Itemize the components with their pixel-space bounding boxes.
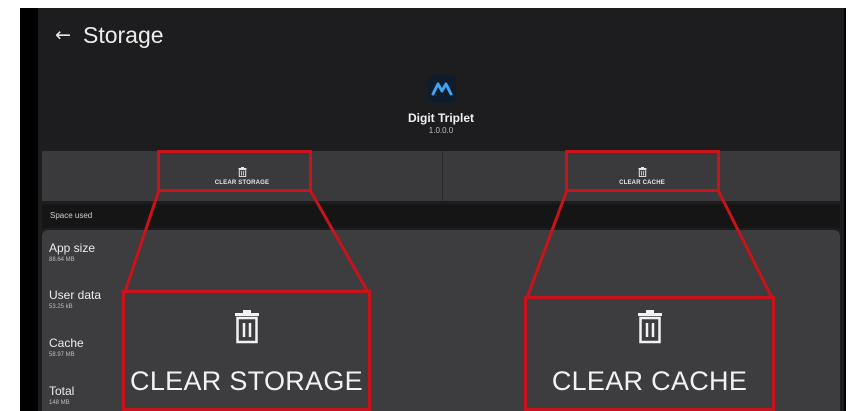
- clear-storage-zoom-label: CLEAR STORAGE: [130, 366, 363, 396]
- row-value: 148 MB: [49, 400, 70, 406]
- row-value: 58.97 MB: [49, 352, 75, 358]
- app-name: Digit Triplet: [408, 111, 474, 125]
- trash-icon: [234, 310, 259, 344]
- page-title: Storage: [83, 22, 164, 48]
- list-item: Total 148 MB: [49, 384, 74, 407]
- list-item: App size 88.64 MB: [49, 241, 95, 264]
- row-label: App size: [49, 241, 96, 255]
- row-label: User data: [49, 288, 102, 302]
- clear-storage-highlight: [157, 150, 312, 192]
- row-value: 88.64 MB: [49, 257, 75, 263]
- trash-icon: [637, 310, 662, 344]
- space-used-label: Space used: [50, 211, 93, 220]
- list-item: Cache 58.97 MB: [49, 336, 84, 359]
- app-bar: ← Storage: [38, 8, 844, 68]
- app-logo-icon: [428, 75, 456, 103]
- clear-cache-zoom-label: CLEAR CACHE: [551, 366, 748, 396]
- row-value: 53.25 kB: [49, 304, 73, 310]
- list-item: User data 53.25 kB: [49, 288, 101, 311]
- row-label: Total: [49, 384, 75, 398]
- clear-cache-highlight: [565, 150, 720, 192]
- app-version: 1.0.0.0: [428, 126, 454, 135]
- clear-cache-zoom-callout: CLEAR CACHE: [524, 296, 775, 411]
- clear-storage-zoom-callout: CLEAR STORAGE: [122, 290, 371, 411]
- row-label: Cache: [49, 336, 84, 350]
- arrow-back-icon[interactable]: ←: [55, 24, 71, 46]
- space-used-header: Space used: [42, 204, 840, 228]
